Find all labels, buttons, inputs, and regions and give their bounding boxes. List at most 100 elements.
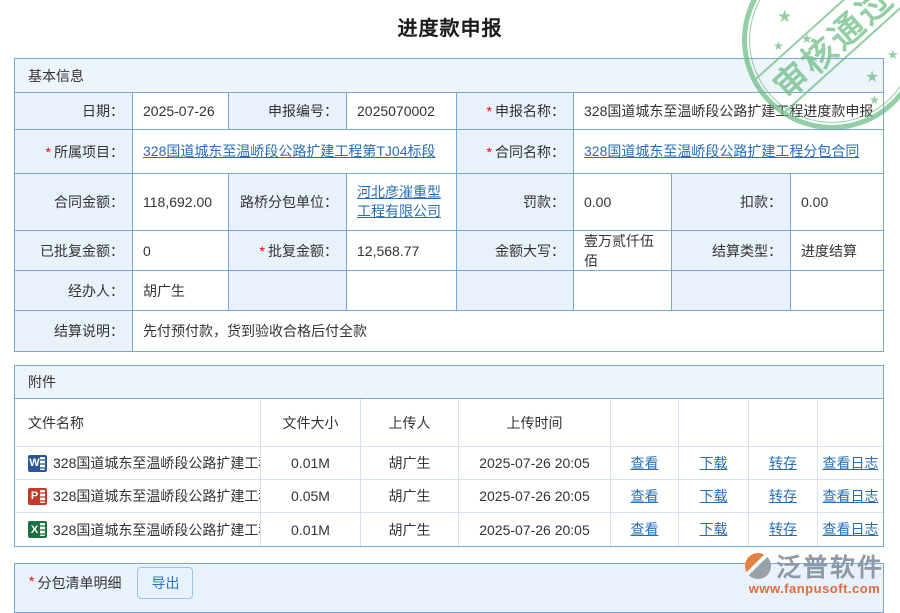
required-icon: *	[487, 144, 492, 160]
settlement-note-label: 结算说明：	[15, 311, 133, 351]
approved-done-value: 0	[133, 231, 229, 271]
star-icon: ★	[887, 47, 899, 63]
settlement-note-value: 先付预付款，货到验收合格后付全款	[133, 311, 883, 351]
pdf-file-icon: P	[28, 488, 47, 505]
declaration-name-label: *申报名称：	[457, 93, 574, 130]
required-icon: *	[260, 243, 265, 259]
upload-time: 2025-07-26 20:05	[459, 480, 611, 513]
view-link[interactable]: 查看	[631, 454, 659, 473]
deduction-label: 扣款：	[672, 174, 791, 231]
basic-info-section-title: 基本信息	[15, 59, 883, 93]
uploader: 胡广生	[361, 480, 459, 513]
attachments-section: 附件 文件名称 文件大小 上传人 上传时间 W 328国道城东至温峤段公路扩建工…	[14, 365, 884, 547]
col-header-action	[749, 399, 818, 447]
empty-label-cell	[672, 271, 791, 311]
basic-info-section: 基本信息 日期： 2025-07-26 申报编号： 2025070002 *申报…	[14, 58, 884, 352]
date-label: 日期：	[15, 93, 133, 130]
empty-label-cell	[229, 271, 347, 311]
col-header-upload-time: 上传时间	[459, 399, 611, 447]
page-title: 进度款申报	[0, 0, 900, 41]
download-link[interactable]: 下载	[700, 487, 728, 506]
uploader: 胡广生	[361, 447, 459, 480]
empty-value-cell	[574, 271, 672, 311]
file-name-cell: W 328国道城东至温峤段公路扩建工程	[15, 447, 261, 480]
col-header-action	[611, 399, 679, 447]
brand-name: 泛普软件	[776, 548, 884, 584]
uploader: 胡广生	[361, 513, 459, 546]
attachments-section-title: 附件	[15, 366, 883, 399]
declaration-no-value: 2025070002	[347, 93, 457, 130]
contract-name-value: 328国道城东至温峤段公路扩建工程分包合同	[574, 130, 883, 174]
attachments-header-row: 文件名称 文件大小 上传人 上传时间	[15, 399, 883, 447]
file-name: 328国道城东至温峤段公路扩建工程	[53, 520, 261, 540]
brand-logo-icon	[745, 553, 771, 579]
transfer-save-link[interactable]: 转存	[769, 487, 797, 506]
col-header-uploader: 上传人	[361, 399, 459, 447]
view-log-link[interactable]: 查看日志	[823, 520, 879, 539]
brand-url: www.fanpusoft.com	[745, 581, 884, 596]
attachment-row: W 328国道城东至温峤段公路扩建工程 0.01M 胡广生 2025-07-26…	[15, 447, 883, 480]
view-log-link[interactable]: 查看日志	[823, 454, 879, 473]
declaration-name-value: 328国道城东至温峤段公路扩建工程进度款申报	[574, 93, 883, 130]
file-size: 0.05M	[261, 480, 361, 513]
attachment-row: X 328国道城东至温峤段公路扩建工程 0.01M 胡广生 2025-07-26…	[15, 513, 883, 546]
date-value: 2025-07-26	[133, 93, 229, 130]
basic-info-grid: 日期： 2025-07-26 申报编号： 2025070002 *申报名称： 3…	[15, 93, 883, 351]
file-name-cell: X 328国道城东至温峤段公路扩建工程	[15, 513, 261, 546]
file-size: 0.01M	[261, 447, 361, 480]
empty-value-cell	[347, 271, 457, 311]
project-value: 328国道城东至温峤段公路扩建工程第TJ04标段	[133, 130, 457, 174]
col-header-action	[818, 399, 883, 447]
subcontract-unit-value: 河北彦漼重型工程有限公司	[347, 174, 457, 231]
approved-done-label: 已批复金额：	[15, 231, 133, 271]
view-log-link[interactable]: 查看日志	[823, 487, 879, 506]
transfer-save-link[interactable]: 转存	[769, 454, 797, 473]
required-icon: *	[29, 573, 34, 589]
upload-time: 2025-07-26 20:05	[459, 513, 611, 546]
excel-file-icon: X	[28, 521, 47, 538]
settlement-type-label: 结算类型：	[672, 231, 791, 271]
transfer-save-link[interactable]: 转存	[769, 520, 797, 539]
download-link[interactable]: 下载	[700, 454, 728, 473]
view-link[interactable]: 查看	[631, 520, 659, 539]
file-size: 0.01M	[261, 513, 361, 546]
subcontract-detail-label: 分包清单明细	[37, 573, 121, 593]
file-name: 328国道城东至温峤段公路扩建工程	[53, 453, 261, 473]
attachment-row: P 328国道城东至温峤段公路扩建工程 0.05M 胡广生 2025-07-26…	[15, 480, 883, 513]
file-name-cell: P 328国道城东至温峤段公路扩建工程	[15, 480, 261, 513]
approved-amount-value: 12,568.77	[347, 231, 457, 271]
operator-value: 胡广生	[133, 271, 229, 311]
contract-name-label: *合同名称：	[457, 130, 574, 174]
col-header-file-name: 文件名称	[15, 399, 261, 447]
brand-watermark: 泛普软件 www.fanpusoft.com	[745, 548, 884, 596]
download-link[interactable]: 下载	[700, 520, 728, 539]
col-header-file-size: 文件大小	[261, 399, 361, 447]
penalty-label: 罚款：	[457, 174, 574, 231]
export-button[interactable]: 导出	[137, 567, 193, 599]
contract-amount-value: 118,692.00	[133, 174, 229, 231]
star-icon: ★	[773, 39, 784, 53]
deduction-value: 0.00	[791, 174, 883, 231]
amount-in-words-value: 壹万贰仟伍佰	[574, 231, 672, 271]
upload-time: 2025-07-26 20:05	[459, 447, 611, 480]
required-icon: *	[487, 103, 492, 119]
subcontract-unit-link[interactable]: 河北彦漼重型工程有限公司	[357, 183, 450, 221]
word-file-icon: W	[28, 455, 47, 472]
file-name: 328国道城东至温峤段公路扩建工程	[53, 486, 261, 506]
penalty-value: 0.00	[574, 174, 672, 231]
contract-link[interactable]: 328国道城东至温峤段公路扩建工程分包合同	[584, 142, 859, 161]
col-header-action	[679, 399, 749, 447]
settlement-type-value: 进度结算	[791, 231, 883, 271]
contract-amount-label: 合同金额：	[15, 174, 133, 231]
operator-label: 经办人：	[15, 271, 133, 311]
empty-label-cell	[457, 271, 574, 311]
view-link[interactable]: 查看	[631, 487, 659, 506]
approved-amount-label: *批复金额：	[229, 231, 347, 271]
declaration-no-label: 申报编号：	[229, 93, 347, 130]
required-icon: *	[46, 144, 51, 160]
subcontract-unit-label: 路桥分包单位：	[229, 174, 347, 231]
project-link[interactable]: 328国道城东至温峤段公路扩建工程第TJ04标段	[143, 142, 435, 161]
project-label: *所属项目：	[15, 130, 133, 174]
empty-value-cell	[791, 271, 883, 311]
amount-in-words-label: 金额大写：	[457, 231, 574, 271]
